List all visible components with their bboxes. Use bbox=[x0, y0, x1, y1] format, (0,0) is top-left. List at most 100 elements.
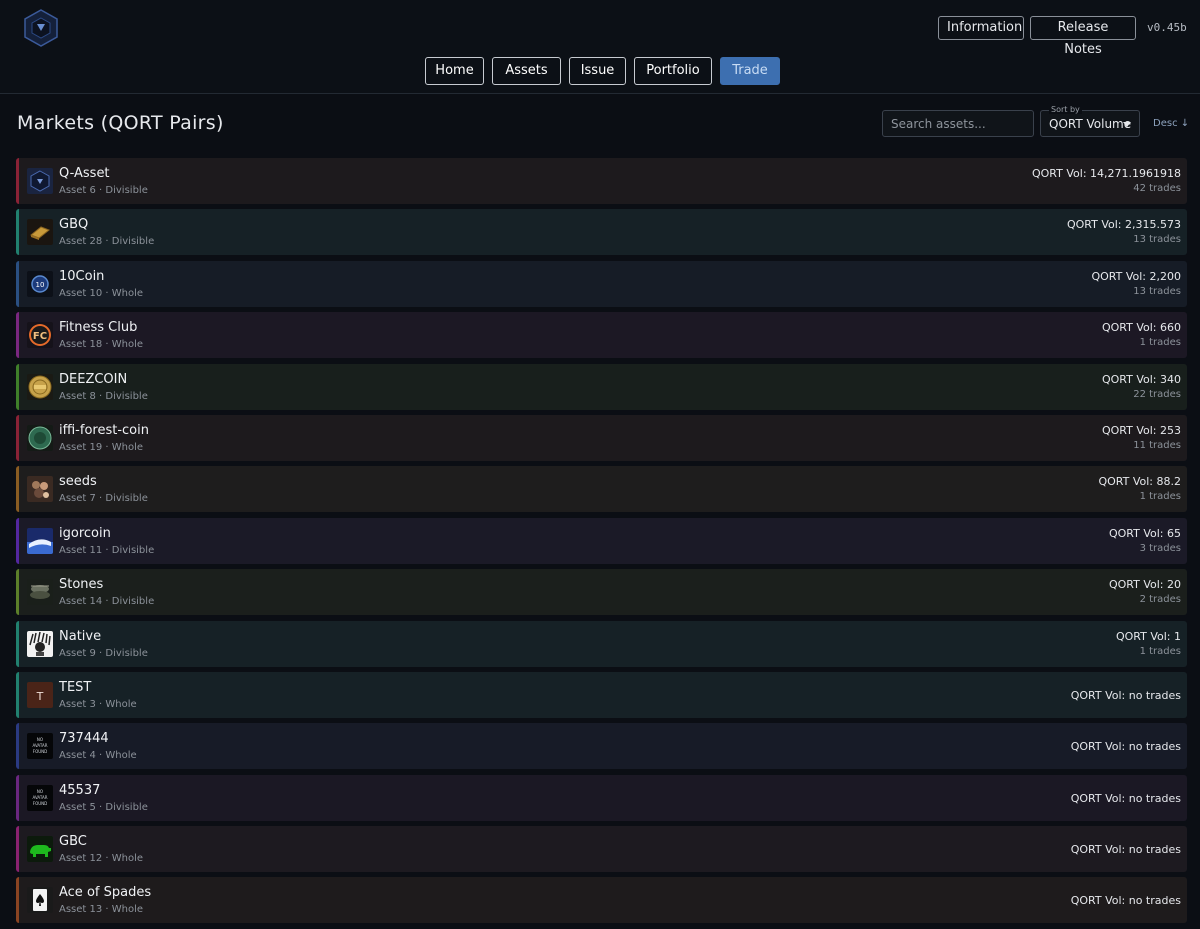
svg-text:10: 10 bbox=[36, 281, 45, 289]
asset-meta: Asset 28 · Divisible bbox=[59, 236, 155, 248]
trade-count: 2 trades bbox=[1139, 594, 1181, 606]
asset-name: GBQ bbox=[59, 217, 89, 233]
qort-volume: QORT Vol: no trades bbox=[1070, 791, 1181, 805]
asset-meta: Asset 13 · Whole bbox=[59, 904, 144, 916]
market-list: Q-Asset Asset 6 · Divisible QORT Vol: 14,2… bbox=[16, 158, 1187, 929]
svg-text:NO: NO bbox=[37, 789, 43, 794]
qort-volume: QORT Vol: 2,200 bbox=[1091, 269, 1181, 283]
market-row[interactable]: FC Fitness Club Asset 18 · Whole QORT Vol: … bbox=[16, 312, 1187, 359]
trade-count: 11 trades bbox=[1133, 439, 1181, 451]
nav-portfolio[interactable]: Portfolio bbox=[634, 57, 712, 85]
qort-volume: QORT Vol: 14,271.1961918 bbox=[1031, 167, 1181, 180]
qort-volume: QORT Vol: 660 bbox=[1101, 321, 1181, 335]
nav-trade[interactable]: Trade bbox=[720, 57, 780, 85]
svg-text:AVATAR: AVATAR bbox=[32, 743, 47, 748]
search-input[interactable] bbox=[882, 110, 1034, 137]
stones-icon bbox=[27, 579, 53, 606]
market-row[interactable]: NO AVATAR FOUND 45537 Asset 5 · Divisible QOR… bbox=[16, 774, 1187, 821]
asset-name: 45537 bbox=[59, 782, 101, 798]
no-avatar-icon: NO AVATAR FOUND bbox=[27, 784, 53, 811]
asset-name: Native bbox=[59, 628, 102, 644]
nav-assets[interactable]: Assets bbox=[492, 57, 561, 85]
sort-order-toggle[interactable]: Desc ↓ bbox=[1153, 118, 1189, 129]
market-row[interactable]: seeds Asset 7 · Divisible QORT Vol: 88.2 1 … bbox=[16, 466, 1187, 513]
svg-text:NO: NO bbox=[37, 737, 43, 742]
market-row[interactable]: DEEZCOIN Asset 8 · Divisible QORT Vol: 340… bbox=[16, 363, 1187, 410]
qort-volume: QORT Vol: 2,315.573 bbox=[1066, 218, 1181, 232]
market-row[interactable]: 10 10Coin Asset 10 · Whole QORT Vol: 2,200 1… bbox=[16, 260, 1187, 307]
market-row[interactable]: GBC Asset 12 · Whole QORT Vol: no trades bbox=[16, 826, 1187, 873]
trade-count: 3 trades bbox=[1139, 542, 1181, 554]
asset-name: Q-Asset bbox=[59, 166, 110, 181]
qort-volume: QORT Vol: 65 bbox=[1108, 526, 1181, 540]
release-notes-button[interactable]: Release Notes bbox=[1030, 16, 1136, 57]
asset-name: TEST bbox=[59, 679, 92, 695]
svg-text:FOUND: FOUND bbox=[33, 801, 47, 806]
blue-sky-icon bbox=[27, 527, 53, 554]
asset-name: iffi-forest-coin bbox=[59, 422, 149, 438]
asset-name: igorcoin bbox=[59, 525, 111, 541]
asset-name: Ace of Spades bbox=[59, 885, 152, 901]
asset-name: 10Coin bbox=[59, 268, 105, 284]
q-logo-icon[interactable] bbox=[24, 9, 58, 47]
asset-meta: Asset 19 · Whole bbox=[59, 441, 144, 453]
market-row[interactable]: GBQ Asset 28 · Divisible QORT Vol: 2,315.5… bbox=[16, 209, 1187, 256]
no-avatar-icon: NO AVATAR FOUND bbox=[27, 733, 53, 760]
trade-count: 1 trades bbox=[1139, 491, 1181, 503]
asset-meta: Asset 5 · Divisible bbox=[59, 801, 148, 813]
gold-coin-icon bbox=[27, 373, 53, 400]
market-row[interactable]: Ace of Spades Asset 13 · Whole QORT Vol: n… bbox=[16, 877, 1187, 924]
asset-meta: Asset 12 · Whole bbox=[59, 853, 144, 865]
asset-meta: Asset 10 · Whole bbox=[59, 287, 144, 299]
asset-meta: Asset 9 · Divisible bbox=[59, 647, 148, 659]
trade-count: 13 trades bbox=[1133, 234, 1181, 246]
spade-card-icon bbox=[27, 887, 53, 914]
qort-volume: QORT Vol: 20 bbox=[1108, 578, 1181, 592]
asset-meta: Asset 3 · Whole bbox=[59, 698, 137, 710]
market-row[interactable]: Q-Asset Asset 6 · Divisible QORT Vol: 14,2… bbox=[16, 158, 1187, 204]
asset-name: 737444 bbox=[59, 731, 109, 747]
svg-text:T: T bbox=[36, 690, 44, 703]
market-row[interactable]: T TEST Asset 3 · Whole QORT Vol: no trades bbox=[16, 671, 1187, 718]
trade-count: 1 trades bbox=[1139, 645, 1181, 657]
market-row[interactable]: Stones Asset 14 · Divisible QORT Vol: 20 2 … bbox=[16, 569, 1187, 616]
sort-select[interactable]: Sort by QORT Volume bbox=[1040, 105, 1140, 137]
sort-value: QORT Volume bbox=[1049, 117, 1132, 131]
asset-meta: Asset 7 · Divisible bbox=[59, 493, 148, 505]
asset-meta: Asset 18 · Whole bbox=[59, 339, 144, 351]
version-label: v0.45b bbox=[1147, 21, 1187, 34]
green-coin-icon bbox=[27, 424, 53, 451]
qort-volume: QORT Vol: no trades bbox=[1070, 843, 1181, 857]
trade-count: 1 trades bbox=[1139, 337, 1181, 349]
q-asset-icon bbox=[27, 168, 53, 194]
fc-badge-icon: FC bbox=[27, 322, 53, 349]
market-row[interactable]: igorcoin Asset 11 · Divisible QORT Vol: 65… bbox=[16, 517, 1187, 564]
asset-name: Stones bbox=[59, 577, 104, 593]
asset-name: DEEZCOIN bbox=[59, 371, 128, 387]
native-headdress-icon bbox=[27, 630, 53, 657]
svg-text:FOUND: FOUND bbox=[33, 749, 47, 754]
nav-home[interactable]: Home bbox=[425, 57, 484, 85]
caret-down-icon bbox=[1123, 122, 1131, 127]
market-row[interactable]: Native Asset 9 · Divisible QORT Vol: 1 1 tr… bbox=[16, 620, 1187, 667]
seeds-icon bbox=[27, 476, 53, 503]
market-row[interactable]: NO AVATAR FOUND 737444 Asset 4 · Whole QORT V… bbox=[16, 723, 1187, 770]
asset-name: seeds bbox=[59, 474, 97, 490]
nav-issue[interactable]: Issue bbox=[569, 57, 626, 85]
asset-meta: Asset 4 · Whole bbox=[59, 750, 137, 762]
gold-bar-icon bbox=[27, 219, 53, 246]
ten-coin-icon: 10 bbox=[27, 270, 53, 297]
qort-volume: QORT Vol: no trades bbox=[1070, 894, 1181, 908]
asset-meta: Asset 6 · Divisible bbox=[59, 185, 148, 196]
svg-text:FC: FC bbox=[33, 331, 47, 342]
trade-count: 42 trades bbox=[1133, 183, 1181, 194]
information-button[interactable]: Information bbox=[938, 16, 1024, 40]
letter-t-icon: T bbox=[27, 681, 53, 708]
qort-volume: QORT Vol: 253 bbox=[1101, 423, 1181, 437]
page-title: Markets (QORT Pairs) bbox=[17, 112, 224, 134]
market-row[interactable]: iffi-forest-coin Asset 19 · Whole QORT Vol… bbox=[16, 414, 1187, 461]
bear-icon bbox=[27, 836, 53, 863]
asset-name: GBC bbox=[59, 834, 87, 850]
asset-meta: Asset 11 · Divisible bbox=[59, 544, 155, 556]
asset-name: Fitness Club bbox=[59, 320, 138, 336]
